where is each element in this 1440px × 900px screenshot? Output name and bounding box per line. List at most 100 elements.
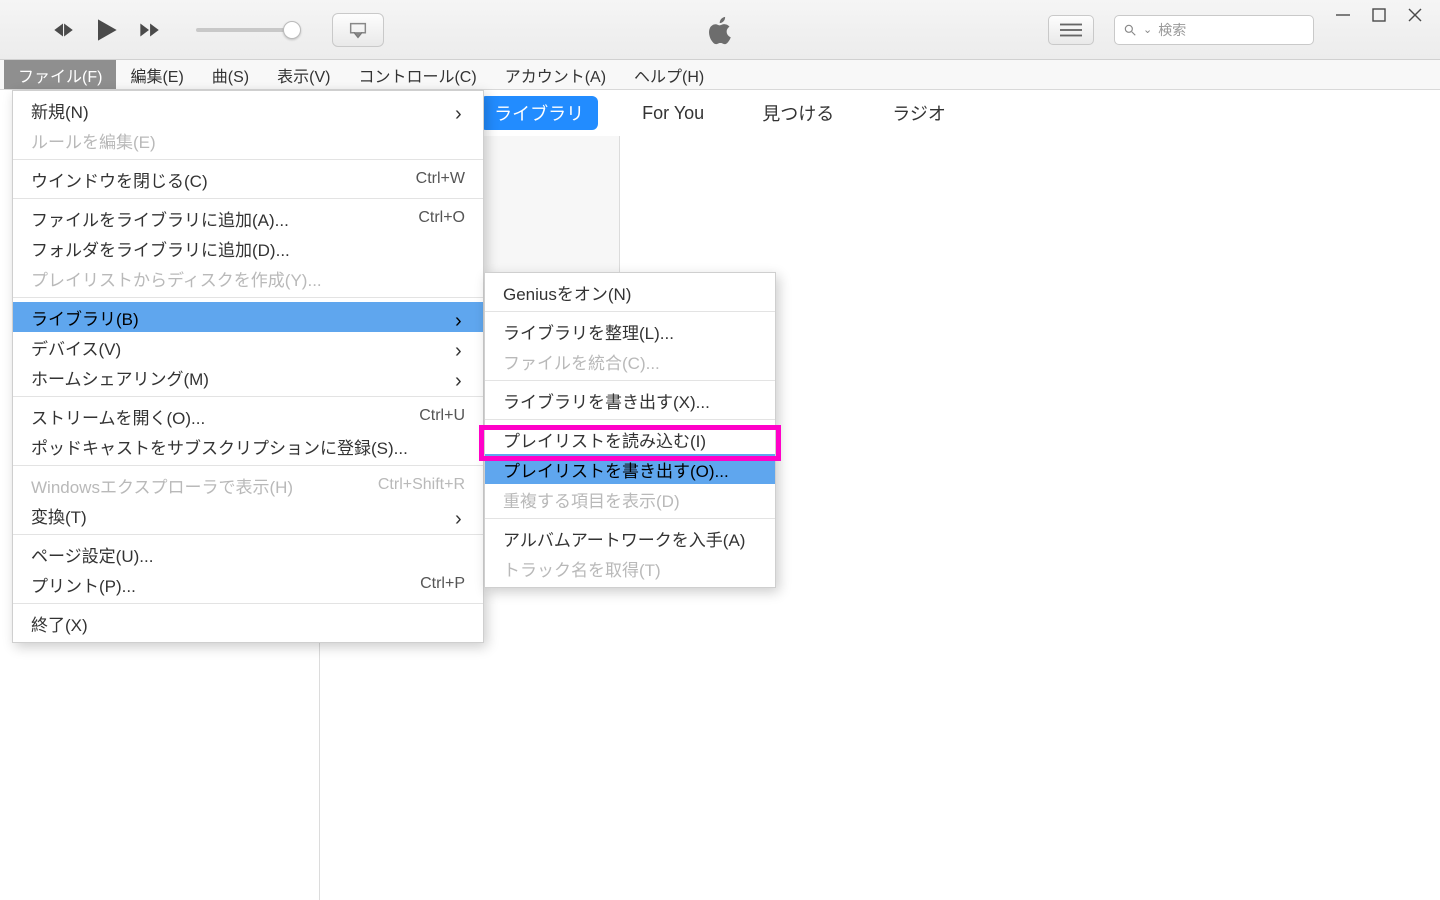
menu-item-label: ファイルをライブラリに追加(A)... xyxy=(31,206,289,231)
menu-item[interactable]: プレイリストを読み込む(I) xyxy=(485,424,775,454)
play-button[interactable] xyxy=(90,14,122,46)
menu-shortcut: Ctrl+Shift+R xyxy=(378,476,465,494)
chevron-right-icon xyxy=(455,510,465,520)
menu-item-label: Windowsエクスプローラで表示(H) xyxy=(31,473,293,498)
close-button[interactable] xyxy=(1406,6,1424,24)
chevron-right-icon xyxy=(455,342,465,352)
menu-separator xyxy=(485,419,775,420)
menu-item[interactable]: フォルダをライブラリに追加(D)... xyxy=(13,233,483,263)
tab-radio[interactable]: ラジオ xyxy=(878,96,960,130)
menu-account[interactable]: アカウント(A) xyxy=(491,60,620,89)
chevron-right-icon xyxy=(455,105,465,115)
menu-item-label: トラック名を取得(T) xyxy=(503,556,661,581)
menu-item: ルールを編集(E) xyxy=(13,125,483,155)
toolbar: ⌄ 検索 xyxy=(0,0,1440,60)
menu-shortcut: Ctrl+W xyxy=(416,170,465,188)
playback-controls xyxy=(0,13,384,47)
maximize-button[interactable] xyxy=(1370,6,1388,24)
menu-item-label: デバイス(V) xyxy=(31,335,121,360)
airplay-button[interactable] xyxy=(332,13,384,47)
menu-separator xyxy=(13,534,483,535)
menu-item-label: プリント(P)... xyxy=(31,572,136,597)
menubar: ファイル(F) 編集(E) 曲(S) 表示(V) コントロール(C) アカウント… xyxy=(0,60,1440,90)
menu-item-label: ライブラリを書き出す(X)... xyxy=(503,388,710,413)
menu-item-label: ウインドウを閉じる(C) xyxy=(31,167,208,192)
menu-separator xyxy=(13,396,483,397)
menu-item-label: Geniusをオン(N) xyxy=(503,280,631,305)
menu-item[interactable]: ページ設定(U)... xyxy=(13,539,483,569)
menu-separator xyxy=(13,465,483,466)
search-placeholder: 検索 xyxy=(1158,20,1186,40)
volume-slider[interactable] xyxy=(196,28,292,32)
menu-item-label: プレイリストを書き出す(O)... xyxy=(503,457,729,482)
menu-item-label: ルールを編集(E) xyxy=(31,128,156,153)
menu-item[interactable]: ポッドキャストをサブスクリプションに登録(S)... xyxy=(13,431,483,461)
menu-item-label: ライブラリを整理(L)... xyxy=(503,319,674,344)
menu-item-label: フォルダをライブラリに追加(D)... xyxy=(31,236,290,261)
menu-item[interactable]: ウインドウを閉じる(C) Ctrl+W xyxy=(13,164,483,194)
menu-item: ファイルを統合(C)... xyxy=(485,346,775,376)
menu-item: プレイリストからディスクを作成(Y)... xyxy=(13,263,483,293)
previous-track-button[interactable] xyxy=(50,17,76,43)
menu-song[interactable]: 曲(S) xyxy=(198,60,263,89)
menu-item-label: 終了(X) xyxy=(31,611,88,636)
menu-item-label: ストリームを開く(O)... xyxy=(31,404,205,429)
menu-item-label: ポッドキャストをサブスクリプションに登録(S)... xyxy=(31,434,408,459)
menu-separator xyxy=(485,311,775,312)
menu-item[interactable]: プレイリストを書き出す(O)... xyxy=(485,454,775,484)
menu-shortcut: Ctrl+U xyxy=(419,407,465,425)
menu-item[interactable]: ライブラリを書き出す(X)... xyxy=(485,385,775,415)
menu-item-label: 重複する項目を表示(D) xyxy=(503,487,680,512)
menu-item-label: アルバムアートワークを入手(A) xyxy=(503,526,745,551)
menu-separator xyxy=(485,518,775,519)
menu-separator xyxy=(13,159,483,160)
menu-item[interactable]: ライブラリ(B) xyxy=(13,302,483,332)
menu-item[interactable]: 新規(N) xyxy=(13,95,483,125)
search-input[interactable]: ⌄ 検索 xyxy=(1114,15,1314,45)
menu-item[interactable]: デバイス(V) xyxy=(13,332,483,362)
apple-logo-icon xyxy=(703,13,737,47)
menu-item[interactable]: ストリームを開く(O)... Ctrl+U xyxy=(13,401,483,431)
search-icon xyxy=(1123,23,1137,37)
menu-item: 重複する項目を表示(D) xyxy=(485,484,775,514)
up-next-button[interactable] xyxy=(1048,15,1094,45)
file-menu-popup: 新規(N) ルールを編集(E) ウインドウを閉じる(C) Ctrl+W ファイルをライブ… xyxy=(12,90,484,643)
next-track-button[interactable] xyxy=(136,17,162,43)
menu-item: Windowsエクスプローラで表示(H) Ctrl+Shift+R xyxy=(13,470,483,500)
menu-item-label: プレイリストを読み込む(I) xyxy=(503,427,706,452)
tab-foryou[interactable]: For You xyxy=(628,99,718,128)
menu-separator xyxy=(13,603,483,604)
menu-edit[interactable]: 編集(E) xyxy=(116,60,197,89)
menu-item-label: ライブラリ(B) xyxy=(31,305,139,330)
menu-item[interactable]: 変換(T) xyxy=(13,500,483,530)
menu-item[interactable]: アルバムアートワークを入手(A) xyxy=(485,523,775,553)
menu-item[interactable]: 終了(X) xyxy=(13,608,483,638)
menu-help[interactable]: ヘルプ(H) xyxy=(620,60,718,89)
menu-item-label: ページ設定(U)... xyxy=(31,542,153,567)
menu-item[interactable]: プリント(P)... Ctrl+P xyxy=(13,569,483,599)
menu-controls[interactable]: コントロール(C) xyxy=(344,60,490,89)
menu-item-label: 新規(N) xyxy=(31,98,89,123)
menu-shortcut: Ctrl+P xyxy=(420,575,465,593)
chevron-right-icon xyxy=(455,312,465,322)
minimize-button[interactable] xyxy=(1334,6,1352,24)
tab-browse[interactable]: 見つける xyxy=(748,96,848,130)
tab-library[interactable]: ライブラリ xyxy=(480,96,598,130)
menu-separator xyxy=(13,198,483,199)
menu-separator xyxy=(485,380,775,381)
menu-item[interactable]: Geniusをオン(N) xyxy=(485,277,775,307)
menu-item[interactable]: ライブラリを整理(L)... xyxy=(485,316,775,346)
menu-item-label: ファイルを統合(C)... xyxy=(503,349,660,374)
menu-item-label: 変換(T) xyxy=(31,503,87,528)
menu-item: トラック名を取得(T) xyxy=(485,553,775,583)
menu-separator xyxy=(13,297,483,298)
menu-item[interactable]: ファイルをライブラリに追加(A)... Ctrl+O xyxy=(13,203,483,233)
menu-file[interactable]: ファイル(F) xyxy=(4,60,116,89)
menu-item-label: プレイリストからディスクを作成(Y)... xyxy=(31,266,322,291)
menu-shortcut: Ctrl+O xyxy=(418,209,465,227)
menu-item-label: ホームシェアリング(M) xyxy=(31,365,209,390)
menu-view[interactable]: 表示(V) xyxy=(263,60,344,89)
menu-item[interactable]: ホームシェアリング(M) xyxy=(13,362,483,392)
library-submenu-popup: Geniusをオン(N) ライブラリを整理(L)... ファイルを統合(C)... ラ… xyxy=(484,272,776,588)
chevron-right-icon xyxy=(455,372,465,382)
